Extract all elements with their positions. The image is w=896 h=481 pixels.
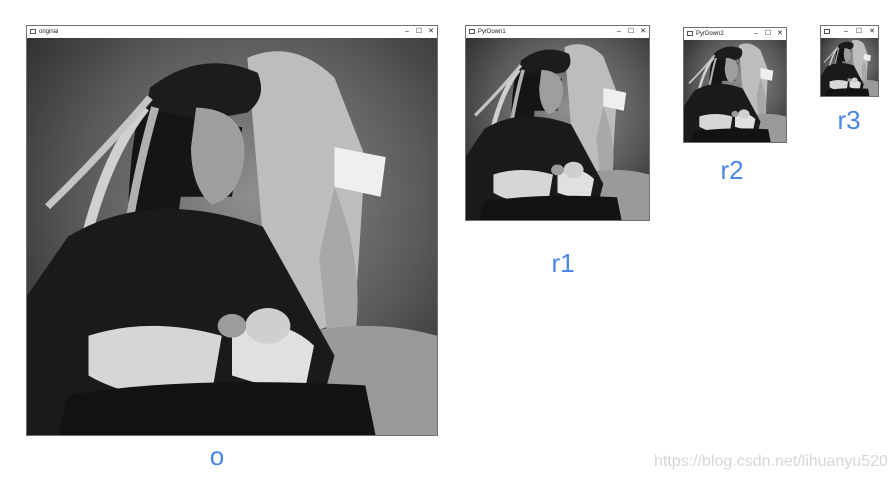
caption-o: o <box>209 441 225 471</box>
close-icon[interactable]: ✕ <box>637 26 649 38</box>
title-bar[interactable]: PyrDown1 – ☐ ✕ <box>466 26 649 38</box>
window-app-icon <box>687 31 693 36</box>
maximize-icon[interactable]: ☐ <box>762 28 774 40</box>
window-app-icon <box>30 29 36 34</box>
window-title: PyrDown1 <box>478 29 506 35</box>
close-icon[interactable]: ✕ <box>425 26 437 38</box>
window-title: PyrDown2 <box>696 31 724 37</box>
maximize-icon[interactable]: ☐ <box>853 26 865 38</box>
window-app-icon <box>469 29 475 34</box>
title-bar[interactable]: original – ☐ ✕ <box>27 26 437 38</box>
pyrdown3-window[interactable]: – ☐ ✕ <box>820 25 879 97</box>
window-title: original <box>39 29 59 35</box>
maximize-icon[interactable]: ☐ <box>625 26 637 38</box>
minimize-icon[interactable]: – <box>401 26 413 38</box>
maximize-icon[interactable]: ☐ <box>413 26 425 38</box>
title-bar[interactable]: PyrDown2 – ☐ ✕ <box>684 28 786 40</box>
caption-r1: r1 <box>551 248 575 278</box>
pyrdown1-window[interactable]: PyrDown1 – ☐ ✕ <box>465 25 650 221</box>
minimize-icon[interactable]: – <box>840 26 852 38</box>
watermark-text: https://blog.csdn.net/lihuanyu520 <box>654 453 888 470</box>
image-pyrdown3 <box>821 38 878 96</box>
title-bar[interactable]: – ☐ ✕ <box>821 26 878 38</box>
caption-r3: r3 <box>837 105 861 135</box>
minimize-icon[interactable]: – <box>613 26 625 38</box>
original-window[interactable]: original – ☐ ✕ <box>26 25 438 436</box>
caption-r2: r2 <box>720 155 744 185</box>
close-icon[interactable]: ✕ <box>774 28 786 40</box>
image-pyrdown1 <box>466 38 649 220</box>
image-original <box>27 38 437 435</box>
image-pyrdown2 <box>684 40 786 142</box>
pyrdown2-window[interactable]: PyrDown2 – ☐ ✕ <box>683 27 787 143</box>
window-app-icon <box>824 29 830 34</box>
minimize-icon[interactable]: – <box>750 28 762 40</box>
close-icon[interactable]: ✕ <box>866 26 878 38</box>
